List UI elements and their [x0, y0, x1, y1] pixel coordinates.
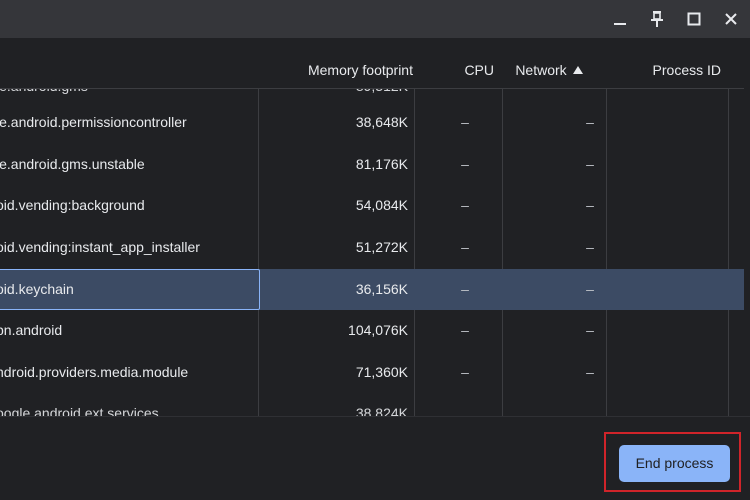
table-row[interactable]: le.android.gms.unstable 81,176K – –	[0, 144, 744, 185]
end-process-button[interactable]: End process	[619, 445, 730, 482]
memory-value: 54,084K	[355, 197, 408, 213]
memory-value: 38,824K	[355, 405, 408, 416]
network-value: –	[586, 197, 594, 213]
network-value: –	[586, 156, 594, 172]
cpu-value: –	[461, 322, 469, 338]
column-header-memory[interactable]: Memory footprint	[292, 62, 413, 78]
footer-divider	[0, 416, 750, 417]
cpu-value: –	[461, 197, 469, 213]
pin-icon	[651, 11, 663, 27]
table-row[interactable]: pn.android 104,076K – –	[0, 310, 744, 351]
process-name: oid.keychain	[0, 281, 74, 297]
column-header-network[interactable]: Network	[500, 62, 598, 78]
column-header-process-id[interactable]: Process ID	[612, 62, 721, 78]
process-name: pn.android	[0, 322, 63, 338]
table-row[interactable]: le.android.permissioncontroller 38,648K …	[0, 102, 744, 143]
process-name: le.android.gms.unstable	[0, 156, 145, 172]
close-icon	[725, 13, 737, 25]
pin-button[interactable]	[643, 5, 671, 33]
process-rows: le.android.gms 89,312K le.android.permis…	[0, 50, 744, 416]
sort-ascending-icon	[572, 66, 583, 74]
cpu-value: –	[461, 239, 469, 255]
memory-value: 71,360K	[355, 364, 408, 380]
network-value: –	[586, 114, 594, 130]
memory-value: 104,076K	[348, 322, 408, 338]
highlight-box: End process	[604, 432, 741, 492]
table-row[interactable]: ndroid.providers.media.module 71,360K – …	[0, 352, 744, 393]
table-header: Memory footprint CPU Network Process ID	[0, 50, 744, 89]
table-row[interactable]: oid.vending:background 54,084K – –	[0, 185, 744, 226]
memory-value: 38,648K	[355, 114, 408, 130]
cpu-value: –	[461, 156, 469, 172]
column-header-network-label: Network	[515, 62, 567, 78]
network-value: –	[586, 281, 594, 297]
cpu-value: –	[461, 114, 469, 130]
process-name: le.android.permissioncontroller	[0, 114, 187, 130]
process-table: le.android.gms 89,312K le.android.permis…	[0, 50, 744, 416]
cpu-value: –	[461, 364, 469, 380]
maximize-button[interactable]	[680, 5, 708, 33]
maximize-icon	[687, 12, 701, 26]
column-header-cpu[interactable]: CPU	[420, 62, 494, 78]
cpu-value: –	[461, 281, 469, 297]
title-bar	[0, 0, 750, 38]
table-row-selected[interactable]: oid.keychain 36,156K – –	[0, 269, 744, 310]
process-name: oid.vending:background	[0, 197, 145, 213]
process-name: oid.vending:instant_app_installer	[0, 239, 200, 255]
close-button[interactable]	[717, 5, 745, 33]
network-value: –	[586, 364, 594, 380]
memory-value: 81,176K	[355, 156, 408, 172]
table-row[interactable]: oid.vending:instant_app_installer 51,272…	[0, 227, 744, 268]
minimize-icon	[614, 23, 626, 25]
network-value: –	[586, 322, 594, 338]
memory-value: 36,156K	[355, 281, 408, 297]
process-name: ndroid.providers.media.module	[0, 364, 189, 380]
memory-value: 51,272K	[355, 239, 408, 255]
process-name: oogle.android.ext.services	[0, 405, 159, 416]
minimize-button[interactable]	[606, 5, 634, 33]
table-row[interactable]: oogle.android.ext.services 38,824K	[0, 393, 744, 416]
task-manager-window: le.android.gms 89,312K le.android.permis…	[0, 0, 750, 500]
network-value: –	[586, 239, 594, 255]
